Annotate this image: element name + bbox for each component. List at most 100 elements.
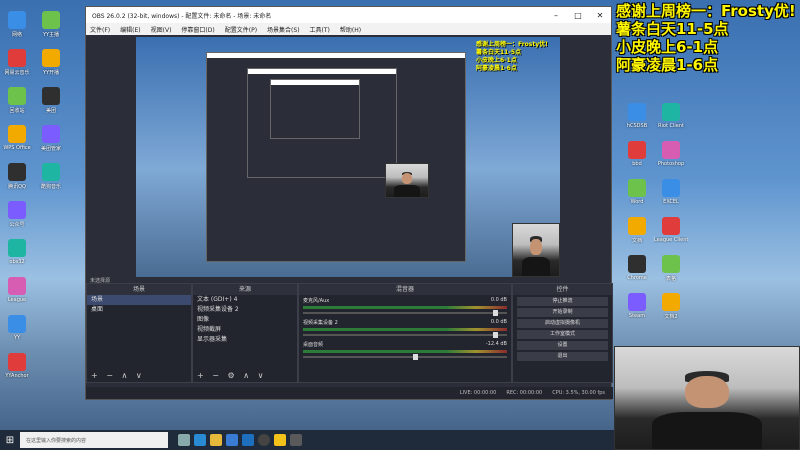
desktop-left-shortcut[interactable]: YYAnchor [0,350,34,388]
desktop-left-shortcut[interactable]: League [0,274,34,312]
taskbar-search-input[interactable]: 在这里输入你要搜索的内容 [20,432,168,448]
shortcut-label: Word [630,199,644,205]
menu-profile[interactable]: 配置文件(P) [225,25,257,34]
desktop-right-shortcut[interactable]: Riot Client [654,100,688,138]
app-icon [42,49,60,67]
shortcut-label: 文档2 [664,314,678,320]
stop-streaming-button[interactable]: 停止推流 [517,297,608,306]
desktop-right-shortcut[interactable]: 文档 [620,214,654,252]
start-recording-button[interactable]: 开始录制 [517,308,608,317]
cpu-status: CPU: 3.5%, 30.00 fps [552,390,605,396]
obs-statusbar: LIVE: 00:00:00 REC: 00:00:00 CPU: 3.5%, … [86,387,613,399]
folder-icon[interactable] [210,434,222,446]
menu-scene-collection[interactable]: 场景集合(S) [267,25,300,34]
live-timer: LIVE: 00:00:00 [459,390,497,396]
sources-toolbar[interactable]: + − ⚙ ∧ ∨ [197,371,266,380]
app-icon [42,125,60,143]
source-item[interactable]: 显示器采集 [193,335,297,345]
desktop-left-shortcut[interactable]: 腾讯QQ [0,160,34,198]
shortcut-label: 网络 [11,32,22,38]
desktop-right-shortcut[interactable]: hCSDSB [620,100,654,138]
obs-docks: 场景 场景 桌面 + − ∧ ∨ 来源 文本 (GDI+) 4 视频采集设备 2… [86,283,613,383]
scene-item[interactable]: 桌面 [87,305,191,315]
desktop-right-shortcut[interactable]: Word [620,176,654,214]
shortcut-label: hCSDSB [626,123,648,129]
app-icon [628,217,646,235]
desktop-left-shortcut[interactable]: YY主播 [34,8,68,46]
volume-meter [303,350,507,353]
studio-mode-button[interactable]: 工作室模式 [517,330,608,339]
exit-button[interactable]: 退出 [517,352,608,361]
desktop-left-shortcut[interactable]: 网易云音乐 [0,46,34,84]
task-view-icon[interactable] [178,434,190,446]
scenes-toolbar[interactable]: + − ∧ ∨ [91,371,145,380]
desktop-left-shortcut[interactable]: 美团管家 [34,122,68,160]
desktop-left-shortcut[interactable]: 回收站 [0,84,34,122]
app-icon [662,141,680,159]
menu-tools[interactable]: 工具(T) [310,25,330,34]
obs-preview[interactable]: 感谢上周榜一：Frosty优! 薯条白天11-5点 小皮晚上6-1点 阿豪凌晨1… [136,37,560,277]
desktop-left-shortcut[interactable]: WPS Office [0,122,34,160]
overlay-line-3: 小皮晚上6-1点 [616,38,719,56]
menu-help[interactable]: 帮助(H) [340,25,361,34]
channel-db: -12.4 dB [485,341,507,347]
obs-titlebar: OBS 26.0.2 (32-bit, windows) - 配置文件: 未命名… [86,7,611,23]
desktop-right-shortcut[interactable]: Chrome [620,252,654,290]
desktop-right-shortcut[interactable]: League Client [654,214,688,252]
minimize-button[interactable]: – [545,11,567,20]
shortcut-label: YYAnchor [5,373,29,379]
volume-slider[interactable] [303,332,507,338]
virtual-camera-button[interactable]: 启动虚拟摄像机 [517,319,608,328]
desktop-left-shortcut[interactable]: obs32 [0,236,34,274]
desktop-right-shortcut[interactable]: 文档2 [654,290,688,328]
desktop-left-shortcut[interactable]: YY开播 [34,46,68,84]
menu-docks[interactable]: 停靠窗口(D) [181,25,214,34]
maximize-button[interactable]: □ [567,11,589,20]
windows-start-icon[interactable]: ⊞ [0,430,20,450]
preview-overlay-line-2: 薯条白天11-5点 [476,49,522,56]
desktop-right-shortcut[interactable]: Photoshop [654,138,688,176]
desktop-right-shortcut[interactable]: EXCEL [654,176,688,214]
obs-icon[interactable] [258,434,270,446]
shortcut-label: 酷狗音乐 [40,184,61,190]
volume-meter [303,306,507,309]
shortcut-label: YY开播 [42,70,60,76]
source-item[interactable]: 文本 (GDI+) 4 [193,295,297,305]
source-item[interactable]: 视频截屏 [193,325,297,335]
desktop-left-shortcut[interactable]: 酷狗音乐 [34,160,68,198]
app-icon [628,141,646,159]
app-icon [628,255,646,273]
app-icon [8,277,26,295]
channel-db: 0.0 dB [490,297,507,303]
desktop-left-shortcut[interactable]: 美团 [34,84,68,122]
overlay-line-1: 感谢上周榜一：Frosty优! [616,2,796,20]
shortcut-label: 公众号 [9,222,25,228]
desktop-left-shortcut[interactable]: 网络 [0,8,34,46]
source-item[interactable]: 视频采集设备 2 [193,305,297,315]
app-icon [8,353,26,371]
desktop-right-shortcut[interactable]: 表格 [654,252,688,290]
volume-slider[interactable] [303,310,507,316]
desktop-right-shortcut[interactable]: bbd [620,138,654,176]
yy-icon[interactable] [274,434,286,446]
app-icon [662,179,680,197]
store-icon[interactable] [226,434,238,446]
app-icon [42,87,60,105]
app-icon[interactable] [290,434,302,446]
edge-icon[interactable] [194,434,206,446]
scene-item[interactable]: 场景 [87,295,191,305]
source-item[interactable]: 图像 [193,315,297,325]
shortcut-label: 美团管家 [40,146,61,152]
mail-icon[interactable] [242,434,254,446]
volume-slider[interactable] [303,354,507,360]
menu-view[interactable]: 视图(V) [151,25,172,34]
settings-button[interactable]: 设置 [517,341,608,350]
shortcut-label: League [7,297,27,303]
shortcut-label: obs32 [9,259,25,265]
menu-edit[interactable]: 编辑(E) [120,25,140,34]
menu-file[interactable]: 文件(F) [90,25,110,34]
close-button[interactable]: ✕ [589,11,611,20]
desktop-right-shortcut[interactable]: Steam [620,290,654,328]
desktop-left-shortcut[interactable]: YY [0,312,34,350]
desktop-left-shortcut[interactable]: 公众号 [0,198,34,236]
